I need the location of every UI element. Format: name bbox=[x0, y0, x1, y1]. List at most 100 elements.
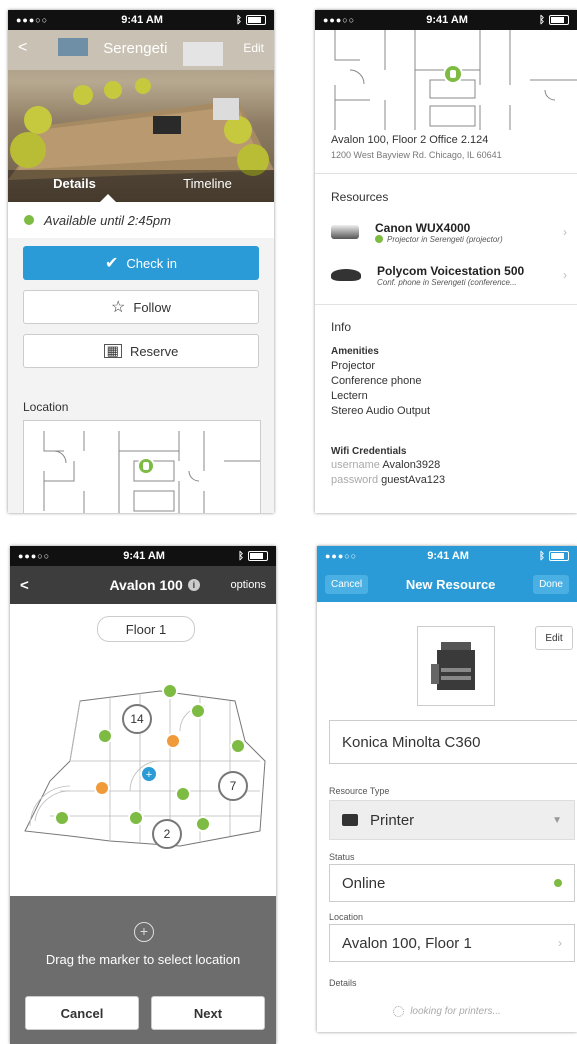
online-dot-icon bbox=[554, 879, 562, 887]
resource-type-select[interactable]: Printer ▼ bbox=[329, 800, 575, 840]
available-dot-icon bbox=[24, 215, 34, 225]
chevron-right-icon: › bbox=[563, 225, 567, 239]
location-panel: + Drag the marker to select location Can… bbox=[10, 896, 276, 1044]
floor-selector[interactable]: Floor 1 bbox=[97, 616, 195, 642]
availability-text: Available until 2:45pm bbox=[44, 212, 171, 228]
svg-text:+: + bbox=[146, 769, 152, 781]
tab-details[interactable]: Details bbox=[8, 164, 141, 202]
room-title: Serengeti bbox=[103, 39, 168, 57]
tab-timeline[interactable]: Timeline bbox=[141, 164, 274, 202]
signal-indicator: ●●●○○ bbox=[18, 551, 51, 561]
room-floorplan[interactable] bbox=[315, 30, 577, 130]
chevron-right-icon: › bbox=[563, 268, 567, 282]
bluetooth-icon: ᛒ bbox=[236, 14, 242, 26]
tab-indicator bbox=[100, 194, 116, 202]
battery-icon bbox=[246, 15, 266, 25]
options-button[interactable]: options bbox=[231, 579, 266, 591]
username-label: username bbox=[331, 459, 380, 471]
wifi-password-row: password guestAva123 bbox=[331, 474, 445, 486]
back-icon[interactable]: < bbox=[18, 39, 27, 57]
screen-room-info: ●●●○○ 9:41 AM ᛒ Avalon 100, Floor 2 Offi… bbox=[315, 10, 577, 513]
check-in-button[interactable]: ✔ Check in bbox=[23, 246, 259, 280]
name-field[interactable]: Konica Minolta C360 bbox=[329, 720, 577, 764]
info-icon[interactable]: i bbox=[187, 579, 200, 591]
screen-new-resource: ●●●○○ 9:41 AM ᛒ Cancel New Resource Done… bbox=[317, 546, 577, 1032]
reserve-button[interactable]: ▦ Reserve bbox=[23, 334, 259, 368]
wifi-username-row: username Avalon3928 bbox=[331, 459, 440, 471]
edit-photo-button[interactable]: Edit bbox=[535, 626, 573, 650]
signal-indicator: ●●●○○ bbox=[16, 15, 49, 25]
resource-detail: Conf. phone in Serengeti (conference... bbox=[377, 277, 517, 287]
map-pin-icon bbox=[137, 457, 155, 475]
battery-icon bbox=[248, 551, 268, 561]
bluetooth-icon: ᛒ bbox=[539, 14, 545, 26]
page-title: Avalon 100 i bbox=[109, 577, 200, 593]
room-header: < Serengeti Edit bbox=[8, 30, 274, 66]
resource-name: Polycom Voicestation 500 bbox=[377, 263, 525, 278]
amenities-header: Amenities bbox=[331, 346, 379, 357]
printer-image bbox=[431, 642, 475, 690]
available-dot-icon bbox=[375, 235, 383, 243]
amenity-item: Stereo Audio Output bbox=[331, 405, 431, 417]
cluster-count[interactable]: 14 bbox=[122, 704, 152, 734]
battery-icon bbox=[549, 15, 569, 25]
resource-photo[interactable] bbox=[417, 626, 495, 706]
location-floorplan[interactable] bbox=[23, 420, 261, 513]
screen-floor-map: ●●●○○ 9:41 AM ᛒ < Avalon 100 i options F… bbox=[10, 546, 276, 1044]
address-line-2: 1200 West Bayview Rd. Chicago, IL 60641 bbox=[331, 150, 502, 160]
add-marker-icon[interactable]: + bbox=[134, 922, 154, 942]
details-loading: looking for printers... bbox=[317, 1006, 577, 1017]
signal-indicator: ●●●○○ bbox=[323, 15, 356, 25]
cluster-count[interactable]: 7 bbox=[218, 771, 248, 801]
location-label: Location bbox=[329, 912, 364, 922]
status-time: 9:41 AM bbox=[123, 550, 165, 562]
follow-button[interactable]: ☆ Follow bbox=[23, 290, 259, 324]
details-label: Details bbox=[329, 978, 357, 988]
chevron-right-icon: › bbox=[558, 936, 562, 950]
screen-room-details: ●●●○○ 9:41 AM ᛒ < Serengeti Edit Details… bbox=[8, 10, 274, 513]
cancel-button[interactable]: Cancel bbox=[25, 996, 139, 1030]
status-field[interactable]: Online bbox=[329, 864, 575, 902]
resource-name: Canon WUX4000 bbox=[375, 220, 471, 235]
status-bar: ●●●○○ 9:41 AM ᛒ bbox=[10, 546, 276, 566]
amenity-item: Conference phone bbox=[331, 375, 422, 387]
bluetooth-icon: ᛒ bbox=[238, 550, 244, 562]
battery-icon bbox=[549, 551, 569, 561]
map-header: < Avalon 100 i options bbox=[10, 566, 276, 604]
amenities-list: Projector Conference phone Lectern Stere… bbox=[331, 359, 430, 419]
done-button[interactable]: Done bbox=[533, 574, 569, 594]
status-bar: ●●●○○ 9:41 AM ᛒ bbox=[8, 10, 274, 30]
amenity-item: Lectern bbox=[331, 390, 368, 402]
status-label: Status bbox=[329, 852, 355, 862]
projector-icon bbox=[331, 225, 359, 239]
resource-row[interactable]: Polycom Voicestation 500 Conf. phone in … bbox=[331, 256, 567, 294]
signal-indicator: ●●●○○ bbox=[325, 551, 358, 561]
password-label: password bbox=[331, 474, 379, 486]
drag-hint: Drag the marker to select location bbox=[45, 952, 241, 967]
chevron-down-icon: ▼ bbox=[552, 814, 562, 826]
printer-icon bbox=[342, 814, 358, 826]
availability-row: Available until 2:45pm bbox=[8, 202, 274, 239]
wifi-header: Wifi Credentials bbox=[331, 446, 407, 457]
address-line-1: Avalon 100, Floor 2 Office 2.124 bbox=[331, 134, 489, 146]
status-time: 9:41 AM bbox=[121, 14, 163, 26]
detail-tabs: Details Timeline bbox=[8, 164, 274, 202]
resource-type-label: Resource Type bbox=[329, 786, 390, 796]
back-icon[interactable]: < bbox=[20, 577, 29, 594]
location-label: Location bbox=[23, 400, 69, 414]
cluster-count[interactable]: 2 bbox=[152, 819, 182, 849]
amenity-item: Projector bbox=[331, 360, 376, 372]
location-section: Location bbox=[8, 388, 274, 513]
edit-button[interactable]: Edit bbox=[243, 41, 264, 55]
spinner-icon bbox=[393, 1006, 405, 1017]
resource-row[interactable]: Canon WUX4000 Projector in Serengeti (pr… bbox=[331, 213, 567, 251]
status-time: 9:41 AM bbox=[427, 550, 469, 562]
next-button[interactable]: Next bbox=[151, 996, 265, 1030]
new-resource-header: Cancel New Resource Done bbox=[317, 566, 577, 602]
divider bbox=[315, 173, 577, 174]
divider bbox=[315, 304, 577, 305]
star-icon: ☆ bbox=[111, 299, 126, 316]
cancel-button[interactable]: Cancel bbox=[325, 574, 369, 594]
password-value: guestAva123 bbox=[381, 474, 446, 486]
location-field[interactable]: Avalon 100, Floor 1 › bbox=[329, 924, 575, 962]
